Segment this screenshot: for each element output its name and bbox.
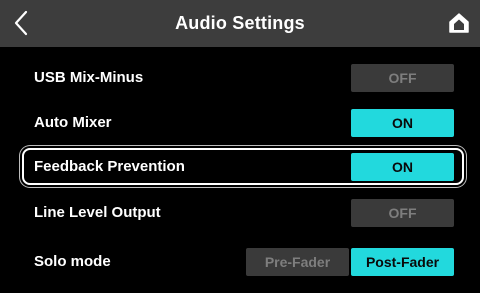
- feedback-prevention-toggle[interactable]: ON: [351, 152, 454, 181]
- header-bar: Audio Settings: [0, 0, 480, 47]
- setting-label: Line Level Output: [34, 204, 161, 221]
- usb-mix-minus-toggle[interactable]: OFF: [351, 63, 454, 92]
- chevron-left-icon: [14, 10, 28, 36]
- auto-mixer-toggle[interactable]: ON: [351, 108, 454, 137]
- setting-row-line-level-output: Line Level Output OFF: [22, 194, 464, 231]
- setting-row-solo-mode: Solo mode Pre-Fader Post-Fader: [22, 243, 464, 280]
- post-fader-button[interactable]: Post-Fader: [351, 247, 454, 276]
- home-button[interactable]: [442, 6, 476, 40]
- setting-label: USB Mix-Minus: [34, 69, 144, 86]
- back-button[interactable]: [4, 4, 38, 42]
- pre-fader-button[interactable]: Pre-Fader: [246, 247, 349, 276]
- setting-label: Auto Mixer: [34, 114, 112, 131]
- setting-row-feedback-prevention[interactable]: Feedback Prevention ON: [22, 148, 464, 185]
- setting-label: Feedback Prevention: [34, 158, 185, 175]
- line-level-output-toggle[interactable]: OFF: [351, 198, 454, 227]
- setting-label: Solo mode: [34, 253, 111, 270]
- page-title: Audio Settings: [175, 13, 305, 33]
- setting-row-auto-mixer: Auto Mixer ON: [22, 104, 464, 141]
- home-icon: [449, 13, 469, 33]
- setting-row-usb-mix-minus: USB Mix-Minus OFF: [22, 59, 464, 96]
